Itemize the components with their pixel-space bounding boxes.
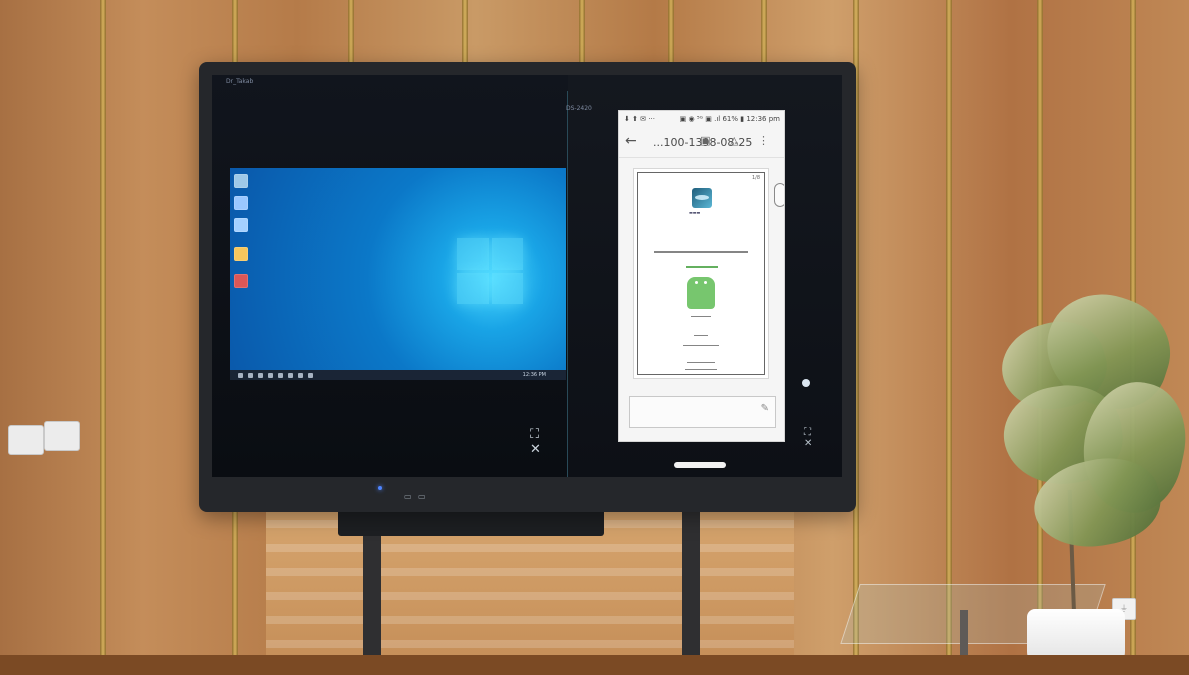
windows-taskbar: 12:36 PM [230,370,566,380]
desktop-icon-2[interactable] [234,196,248,210]
light-switch-right [44,421,80,451]
bank-logo [692,188,712,208]
right-window-controls[interactable]: ⛶ ✕ [804,427,842,449]
start-icon[interactable] [238,373,243,378]
task-view-icon[interactable] [258,373,263,378]
logo-subtitle: ▬▬▬ [689,210,701,215]
desktop-icon-1[interactable] [234,174,248,188]
toolbar-actions[interactable]: ▣ △ ⋮ [700,134,777,147]
back-arrow-icon[interactable]: ← [625,133,637,149]
desktop-icon-5[interactable] [234,274,248,288]
settings-icon[interactable] [308,373,313,378]
search-icon[interactable] [248,373,253,378]
scroll-handle[interactable] [774,183,784,207]
floor-baseboard [0,655,1189,675]
right-window: DS-2420 ⬇ ⬆ ✉ ··· ▣ ◉ ⁵ᴳ ▣ .ıl 61% ▮ 12:… [566,75,842,477]
android-icon [687,277,715,309]
pen-icon[interactable]: ✎ [761,403,769,414]
light-switch-left [8,425,44,455]
document-body-line-2 [694,335,708,336]
right-window-label: DS-2420 [566,105,592,112]
left-window-controls[interactable]: ⛶ ✕ [530,427,568,457]
edge-icon[interactable] [268,373,273,378]
store-icon[interactable] [288,373,293,378]
document-heading-line-1 [654,251,748,253]
folder-icon[interactable] [278,373,283,378]
pdf-page: 1/8 ▬▬▬ [637,172,765,375]
mail-icon[interactable] [298,373,303,378]
office-wall-scene: ⏚ Dr_Takab 12:36 PM ⛶ ✕ DS-2420 ⬇ ⬆ ✉ ··… [0,0,1189,675]
document-heading-line-2 [686,266,718,268]
page-count: 1/8 [751,175,760,181]
thumbnail-strip: ✎ [629,396,776,428]
interactive-display: Dr_Takab 12:36 PM ⛶ ✕ DS-2420 ⬇ ⬆ ✉ ··· … [199,62,856,512]
desktop-icon-4[interactable] [234,247,248,261]
power-indicator-light [378,486,382,490]
floating-menu-dot[interactable] [802,379,810,387]
left-window: Dr_Takab 12:36 PM ⛶ ✕ [212,75,568,477]
windows-desktop: 12:36 PM [230,168,566,380]
status-bar-right: ▣ ◉ ⁵ᴳ ▣ .ıl 61% ▮ 12:36 pm [679,115,780,123]
document-body-line-4 [687,362,715,363]
status-bar: ⬇ ⬆ ✉ ··· ▣ ◉ ⁵ᴳ ▣ .ıl 61% ▮ 12:36 pm [619,111,784,129]
pdf-toolbar: ← ...100-1398-08-25 ▣ △ ⋮ [619,129,784,158]
tv-button-2[interactable]: ▭ [418,492,426,501]
document-body-line-5 [685,369,717,370]
document-body-line-1 [691,316,711,317]
windows-logo-icon [457,238,523,304]
phone-mirror-window: ⬇ ⬆ ✉ ··· ▣ ◉ ⁵ᴳ ▣ .ıl 61% ▮ 12:36 pm ← … [618,110,785,442]
wall-trim-1 [100,0,106,675]
tv-button-1[interactable]: ▭ [404,492,412,501]
wall-trim-9 [946,0,952,675]
stylus-pen [674,462,726,468]
desktop-icon-3[interactable] [234,218,248,232]
document-body-line-3 [683,345,719,346]
left-window-label: Dr_Takab [226,78,254,85]
taskbar-clock: 12:36 PM [522,372,546,378]
status-bar-left: ⬇ ⬆ ✉ ··· [624,115,655,123]
display-screen: Dr_Takab 12:36 PM ⛶ ✕ DS-2420 ⬇ ⬆ ✉ ··· … [212,75,842,477]
